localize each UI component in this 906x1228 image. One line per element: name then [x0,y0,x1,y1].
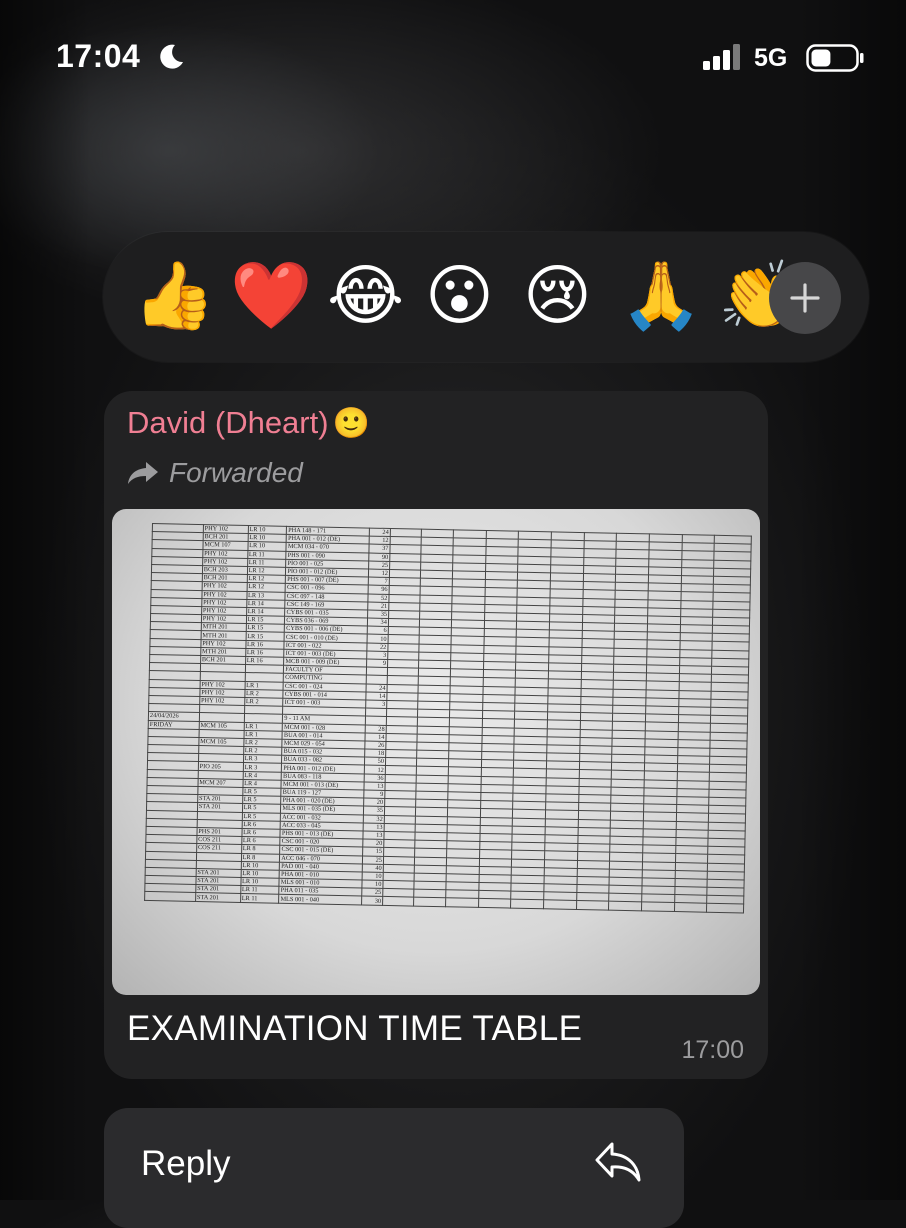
timetable-cell [382,896,414,906]
timetable-cell: 30 [361,896,383,906]
more-reactions-button[interactable] [769,262,841,334]
timetable-cell: PHS 201 [196,827,242,837]
timetable-cell: BCH 203 [202,565,248,575]
timetable-cell: PHY 102 [199,696,245,706]
timetable-cell: BCH 201 [200,655,246,665]
forwarded-label: Forwarded [169,457,303,488]
reply-label: Reply [141,1144,231,1183]
background-shade-left [0,0,90,1200]
timetable-cell: STA 201 [197,794,243,804]
timetable-cell: COS 211 [196,843,242,853]
moon-icon [160,44,183,69]
timetable-document: PHY 102 LR 10 PHA 148 - 171 24 BCH 201 LR 10 P… [143,523,752,971]
timetable-photo[interactable]: PHY 102 LR 10 PHA 148 - 171 24 BCH 201 LR 10 P… [112,509,760,995]
reaction-red-heart[interactable]: ❤️ [230,260,312,332]
timetable-cell [445,898,479,908]
timetable-cell [144,891,196,902]
timetable-cell: MTH 201 [200,630,246,641]
status-bar: 17:04 5G [0,0,906,110]
timetable-cell [641,902,675,912]
timetable-cell: MTH 201 [200,647,246,657]
timetable-cell: PIO 205 [198,761,244,772]
timetable-cell: PHY 102 [201,590,247,600]
timetable-cell [706,903,744,913]
timetable-cell: LR 11 [240,893,280,903]
timetable-cell: PHY 102 [199,688,245,698]
timetable-cell [511,899,544,909]
timetable-cell [674,902,707,912]
timetable-cell [543,900,577,910]
forward-arrow-icon [128,462,158,484]
reaction-crying[interactable]: 😢 [523,260,592,332]
timetable-cell: STA 201 [195,868,241,878]
timetable-cell [478,898,512,908]
timetable-cell: PHY 102 [201,614,247,624]
message-bubble[interactable]: David (Dheart) 🙂 Forwarded PHY 102 LR 10 PH… [104,391,768,1079]
timetable-cell: PHY 102 [199,680,245,690]
timetable-cell [576,900,610,910]
reaction-thumbs-up[interactable]: 👍 [133,260,215,332]
timetable-cell: STA 201 [197,802,243,813]
timetable-cell: BCH 201 [202,573,248,583]
sender-name[interactable]: David (Dheart) 🙂 [127,405,370,441]
sender-emoji: 🙂 [332,407,370,440]
timetable-cell: MCM 207 [197,778,243,788]
reaction-bar: 👍 ❤️ 😂 😮 😢 🙏 👏 [103,232,869,362]
message-timestamp: 17:00 [681,1036,744,1064]
timetable-cell: PHY 102 [202,549,248,559]
timetable-cell [608,901,642,911]
message-caption: EXAMINATION TIME TABLE [127,1009,583,1048]
reaction-tears-of-joy[interactable]: 😂 [327,260,404,332]
timetable-cell: PHY 102 [202,557,248,567]
timetable-table: PHY 102 LR 10 PHA 148 - 171 24 BCH 201 LR 10 P… [144,523,752,913]
timetable-cell: PHY 102 [200,639,246,649]
timetable-cell: PHY 102 [201,606,247,616]
reaction-folded-hands[interactable]: 🙏 [620,260,702,332]
status-time: 17:04 [56,38,141,74]
timetable-cell [413,897,446,907]
reaction-surprised[interactable]: 😮 [425,260,494,332]
reply-arrow-icon [595,1142,641,1182]
timetable-cell: PHY 102 [201,581,247,591]
signal-icon [703,44,740,70]
background-shade-right [796,0,906,1200]
timetable-cell: MCM 105 [198,721,244,731]
plus-icon [790,283,820,313]
timetable-cell: MCM 107 [202,540,248,551]
reply-action[interactable]: Reply [104,1108,684,1228]
forwarded-indicator: Forwarded [127,457,303,489]
battery-icon [806,44,864,72]
timetable-cell: STA 201 [195,876,241,886]
timetable-cell: STA 201 [195,892,241,903]
timetable-cell: MTH 201 [201,622,246,632]
timetable-cell: MLS 001 - 040 [278,894,362,905]
sender-name-text: David (Dheart) [127,405,329,440]
timetable-cell: COS 211 [196,835,242,845]
timetable-cell: BCH 201 [202,532,248,542]
network-type: 5G [754,44,788,72]
